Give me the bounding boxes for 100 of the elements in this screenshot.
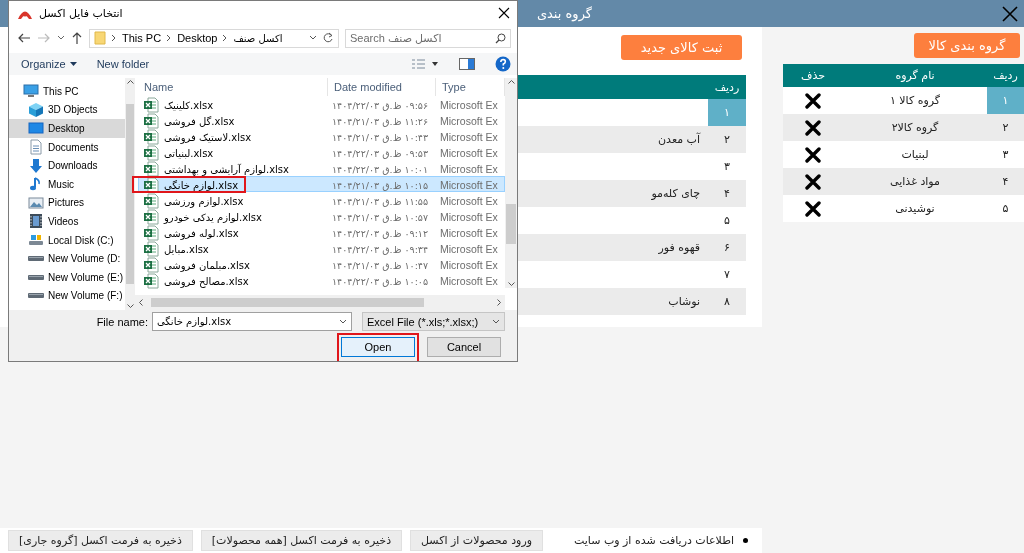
table-cell: لبنیات xyxy=(901,148,929,161)
breadcrumb-item[interactable]: Desktop xyxy=(177,32,218,44)
file-type: Microsoft Ex xyxy=(439,275,499,287)
breadcrumb-item[interactable]: This PC xyxy=(122,32,162,44)
computer-icon xyxy=(23,83,39,100)
file-date: ۱۴۰۴/۲۱/۰۳ ق.ظ ۱۱:۵۵ xyxy=(331,195,429,207)
organize-button[interactable]: Organize xyxy=(21,58,77,70)
file-type: Microsoft Ex xyxy=(439,227,499,239)
search-field[interactable]: Search اکسل صنف xyxy=(345,28,511,48)
table-cell: آب معدن xyxy=(658,133,700,146)
right-caret-icon xyxy=(497,299,501,306)
nav-item[interactable]: Videos xyxy=(9,212,125,231)
scrollbar[interactable] xyxy=(505,78,517,288)
nav-item[interactable]: Music xyxy=(9,174,125,194)
nav-item[interactable]: New Volume (D: xyxy=(9,249,125,268)
column-header: حذف xyxy=(800,69,826,82)
nav-item[interactable]: New Volume (F:) xyxy=(9,286,125,306)
table-row[interactable]: لبنیات ۳ xyxy=(783,141,1024,168)
close-icon[interactable] xyxy=(497,6,511,20)
delete-icon[interactable] xyxy=(805,173,821,190)
up-arrow-icon[interactable] xyxy=(71,31,83,45)
preview-pane-icon[interactable] xyxy=(459,58,475,70)
scrollbar-thumb[interactable] xyxy=(126,104,134,284)
drive-icon xyxy=(28,256,44,262)
view-options-icon[interactable] xyxy=(411,58,439,70)
row-number-cell[interactable]: ۶ xyxy=(708,234,746,261)
row-number-cell[interactable]: ۵ xyxy=(708,207,746,234)
delete-icon[interactable] xyxy=(805,119,821,136)
dropdown-caret-icon xyxy=(492,318,500,325)
dropdown-caret-icon[interactable] xyxy=(309,35,317,41)
file-type: Microsoft Ex xyxy=(439,211,499,223)
delete-icon[interactable] xyxy=(805,92,821,109)
file-date: ۱۴۰۴/۲۱/۰۳ ق.ظ ۱۰:۴۷ xyxy=(331,259,429,271)
breadcrumb-item[interactable]: اکسل صنف xyxy=(233,32,283,44)
row-number-cell[interactable]: ۳ xyxy=(987,141,1024,168)
delete-icon[interactable] xyxy=(805,200,821,217)
file-type: Microsoft Ex xyxy=(439,259,499,271)
file-name-field[interactable]: لوازم خانگی.xlsx xyxy=(152,312,352,331)
table-row[interactable]: نوشیدنی ۵ xyxy=(783,195,1024,222)
nav-item[interactable]: Local Disk (C:) xyxy=(9,230,125,250)
help-icon[interactable] xyxy=(495,56,511,72)
scrollbar-thumb[interactable] xyxy=(506,204,516,244)
file-date: ۱۴۰۴/۲۲/۰۳ ق.ظ ۱۰:۰۱ xyxy=(331,163,429,175)
file-date: ۱۴۰۴/۲۱/۰۳ ق.ظ ۱۰:۵۷ xyxy=(331,211,429,223)
row-number-cell[interactable]: ۲ xyxy=(987,114,1024,141)
column-header[interactable]: Name xyxy=(138,78,328,96)
nav-item[interactable]: Pictures xyxy=(9,193,125,213)
scrollbar-thumb[interactable] xyxy=(151,298,424,307)
table-row[interactable]: مواد غذایی ۴ xyxy=(783,168,1024,195)
row-number-cell[interactable]: ۷ xyxy=(708,261,746,288)
row-number-cell[interactable]: ۴ xyxy=(987,168,1024,195)
excel-button[interactable]: ذخیره به فرمت اکسل [گروه جاری] xyxy=(8,530,193,551)
up-caret-icon xyxy=(126,80,134,84)
file-name: لوازم یدکی خودرو.xlsx xyxy=(164,211,262,223)
file-type: Microsoft Ex xyxy=(439,195,499,207)
nav-item[interactable]: 3D Objects xyxy=(9,100,125,120)
film-icon xyxy=(28,213,44,230)
refresh-icon[interactable] xyxy=(322,32,334,44)
file-date: ۱۴۰۴/۲۱/۰۳ ق.ظ ۱۰:۴۳ xyxy=(331,131,429,143)
nav-item[interactable]: New Volume (E:) xyxy=(9,267,125,287)
scrollbar[interactable] xyxy=(135,295,505,310)
down-caret-icon xyxy=(507,282,515,286)
table-cell: قهوه فور xyxy=(658,241,700,254)
spreadsheet-file-icon xyxy=(143,129,159,145)
file-type-dropdown[interactable]: Excel File (*.xls;*.xlsx;) xyxy=(362,312,505,331)
back-arrow-icon[interactable] xyxy=(17,32,31,44)
file-name: مصالح فروشی.xlsx xyxy=(164,275,249,287)
file-type: Microsoft Ex xyxy=(439,131,499,143)
table-cell: مواد غذایی xyxy=(890,175,940,188)
document-icon xyxy=(28,139,44,156)
file-date: ۱۴۰۴/۲۲/۰۳ ق.ظ ۰۹:۳۴ xyxy=(331,243,429,255)
drive-icon xyxy=(28,293,44,299)
row-number-cell[interactable]: ۴ xyxy=(708,180,746,207)
nav-item[interactable]: Downloads xyxy=(9,156,125,175)
excel-button[interactable]: ورود محصولات از اکسل xyxy=(410,530,543,551)
dropdown-caret-icon xyxy=(339,319,347,325)
cancel-button[interactable]: Cancel xyxy=(427,337,501,357)
column-header[interactable]: Date modified xyxy=(328,78,436,96)
spreadsheet-file-icon xyxy=(143,225,159,241)
file-name: مبایل.xlsx xyxy=(164,243,209,255)
row-number-cell[interactable]: ۵ xyxy=(987,195,1024,222)
dropdown-caret-icon[interactable] xyxy=(57,35,65,41)
delete-icon[interactable] xyxy=(805,146,821,163)
window-title: گروه بندی xyxy=(536,6,592,21)
table-row[interactable]: گروه کالا ۱ ۱ xyxy=(783,87,1024,114)
drive-icon xyxy=(28,274,44,280)
row-number-cell[interactable]: ۳ xyxy=(708,153,746,180)
table-row[interactable]: گروه کالا۲ ۲ xyxy=(783,114,1024,141)
nav-item[interactable]: This PC xyxy=(9,82,125,101)
excel-button[interactable]: ذخیره به فرمت اکسل [همه محصولات] xyxy=(200,530,403,551)
column-header: نام گروه xyxy=(894,69,936,82)
file-type: Microsoft Ex xyxy=(439,147,499,159)
new-folder-button[interactable]: New folder xyxy=(96,58,150,70)
open-button[interactable]: Open xyxy=(341,337,415,357)
scrollbar[interactable] xyxy=(125,78,135,310)
dialog-title: انتخاب فایل اکسل xyxy=(39,6,124,20)
nav-item[interactable]: Desktop xyxy=(9,119,125,138)
row-number-cell[interactable]: ۸ xyxy=(708,288,746,315)
row-number-cell[interactable]: ۲ xyxy=(708,126,746,153)
nav-item[interactable]: Documents xyxy=(9,137,125,157)
